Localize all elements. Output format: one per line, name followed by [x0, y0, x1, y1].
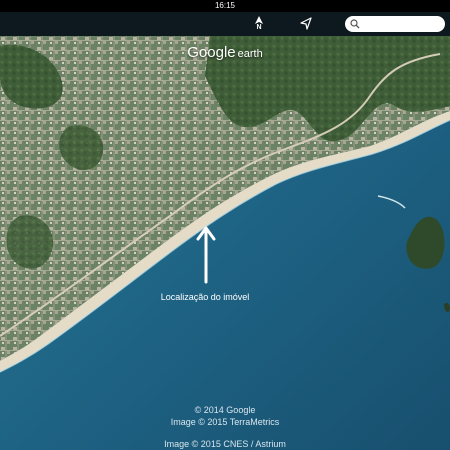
location-arrow-icon[interactable] — [299, 17, 313, 31]
attribution-line: Image © 2015 TerraMetrics — [170, 417, 280, 427]
status-bar: 16:15 — [0, 0, 450, 12]
search-input[interactable] — [363, 17, 441, 31]
earth-toolbar: N — [0, 12, 450, 36]
satellite-map[interactable] — [0, 36, 450, 450]
status-time: 16:15 — [214, 1, 236, 10]
annotation-label: Localização do imóvel — [160, 292, 250, 302]
compass-label: N — [256, 24, 262, 31]
attribution-line: Image © 2015 CNES / Astrium — [164, 439, 286, 449]
brand-google: Google — [187, 44, 236, 61]
attribution-line: © 2014 Google — [194, 405, 256, 415]
search-box[interactable] — [345, 16, 445, 32]
search-icon — [350, 19, 360, 29]
compass-north-icon[interactable]: N — [252, 16, 266, 34]
google-earth-logo: Google earth — [0, 44, 450, 61]
brand-earth: earth — [237, 48, 263, 60]
